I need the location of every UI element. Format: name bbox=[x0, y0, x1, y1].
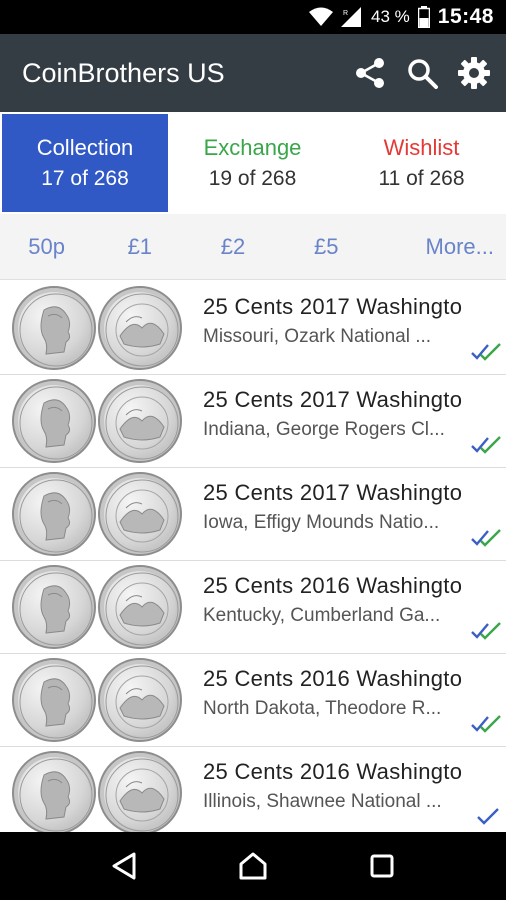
clock: 15:48 bbox=[437, 5, 494, 28]
tab-wishlist[interactable]: Wishlist 11 of 268 bbox=[337, 112, 506, 214]
coin-reverse-image bbox=[98, 472, 182, 556]
list-item[interactable]: 25 Cents 2016 Washingto Kentucky, Cumber… bbox=[0, 561, 506, 654]
coin-obverse-image bbox=[12, 379, 96, 463]
app-bar: CoinBrothers US bbox=[0, 34, 506, 112]
list-item[interactable]: 25 Cents 2017 Washingto Iowa, Effigy Mou… bbox=[0, 468, 506, 561]
coin-obverse-image bbox=[12, 658, 96, 742]
coin-title: 25 Cents 2017 Washingto bbox=[203, 294, 463, 319]
coin-reverse-image bbox=[98, 286, 182, 370]
tab-count: 17 of 268 bbox=[41, 167, 129, 190]
coin-reverse-image bbox=[98, 751, 182, 832]
app-title: CoinBrothers US bbox=[22, 57, 225, 88]
tab-label: Collection bbox=[36, 135, 134, 160]
coin-title: 25 Cents 2017 Washingto bbox=[203, 387, 463, 412]
check-icon bbox=[474, 806, 502, 831]
svg-text:R: R bbox=[343, 10, 348, 17]
coin-obverse-image bbox=[12, 286, 96, 370]
double-check-icon bbox=[470, 620, 502, 645]
filter-1-pound[interactable]: £1 bbox=[93, 234, 186, 260]
system-nav-bar bbox=[0, 832, 506, 900]
filter-50p[interactable]: 50p bbox=[0, 234, 93, 260]
tab-label: Exchange bbox=[203, 135, 302, 160]
coin-title: 25 Cents 2016 Washingto bbox=[203, 573, 463, 598]
coin-subtitle: Missouri, Ozark National ... bbox=[203, 326, 432, 347]
settings-icon[interactable] bbox=[448, 47, 500, 99]
home-icon[interactable] bbox=[228, 841, 278, 891]
coin-title: 25 Cents 2016 Washingto bbox=[203, 759, 463, 784]
coin-reverse-image bbox=[98, 658, 182, 742]
coin-reverse-image bbox=[98, 565, 182, 649]
back-icon[interactable] bbox=[99, 841, 149, 891]
wifi-icon bbox=[309, 7, 334, 27]
coin-subtitle: Indiana, George Rogers Cl... bbox=[203, 419, 445, 440]
coin-reverse-image bbox=[98, 379, 182, 463]
recents-icon[interactable] bbox=[357, 841, 407, 891]
list-item[interactable]: 25 Cents 2016 Washingto North Dakota, Th… bbox=[0, 654, 506, 747]
coin-title: 25 Cents 2016 Washingto bbox=[203, 666, 463, 691]
coin-subtitle: Illinois, Shawnee National ... bbox=[203, 791, 442, 812]
coin-list[interactable]: 25 Cents 2017 Washingto Missouri, Ozark … bbox=[0, 282, 506, 832]
coin-subtitle: Iowa, Effigy Mounds Natio... bbox=[203, 512, 440, 533]
tab-exchange[interactable]: Exchange 19 of 268 bbox=[168, 112, 337, 214]
double-check-icon bbox=[470, 434, 502, 459]
filter-5-pound[interactable]: £5 bbox=[280, 234, 373, 260]
signal-icon: R bbox=[341, 7, 362, 27]
filter-2-pound[interactable]: £2 bbox=[186, 234, 279, 260]
denomination-filter-bar: 50p £1 £2 £5 More... bbox=[0, 214, 506, 280]
double-check-icon bbox=[470, 527, 502, 552]
coin-subtitle: North Dakota, Theodore R... bbox=[203, 698, 442, 719]
list-item[interactable]: 25 Cents 2017 Washingto Missouri, Ozark … bbox=[0, 282, 506, 375]
coin-obverse-image bbox=[12, 472, 96, 556]
search-icon[interactable] bbox=[396, 47, 448, 99]
coin-title: 25 Cents 2017 Washingto bbox=[203, 480, 463, 505]
battery-percent: 43 % bbox=[371, 7, 410, 26]
tab-collection[interactable]: Collection 17 of 268 bbox=[2, 114, 168, 212]
double-check-icon bbox=[470, 341, 502, 366]
battery-icon bbox=[417, 6, 430, 28]
tab-count: 19 of 268 bbox=[208, 167, 297, 190]
coin-subtitle: Kentucky, Cumberland Ga... bbox=[203, 605, 441, 626]
share-icon[interactable] bbox=[344, 47, 396, 99]
collection-tabs: Collection 17 of 268 Exchange 19 of 268 … bbox=[0, 112, 506, 214]
status-bar: R 43 % 15:48 bbox=[0, 0, 506, 34]
double-check-icon bbox=[470, 713, 502, 738]
list-item[interactable]: 25 Cents 2016 Washingto Illinois, Shawne… bbox=[0, 747, 506, 832]
coin-obverse-image bbox=[12, 565, 96, 649]
filter-more[interactable]: More... bbox=[373, 234, 506, 260]
tab-count: 11 of 268 bbox=[378, 167, 465, 190]
list-item[interactable]: 25 Cents 2017 Washingto Indiana, George … bbox=[0, 375, 506, 468]
coin-obverse-image bbox=[12, 751, 96, 832]
tab-label: Wishlist bbox=[383, 135, 460, 160]
